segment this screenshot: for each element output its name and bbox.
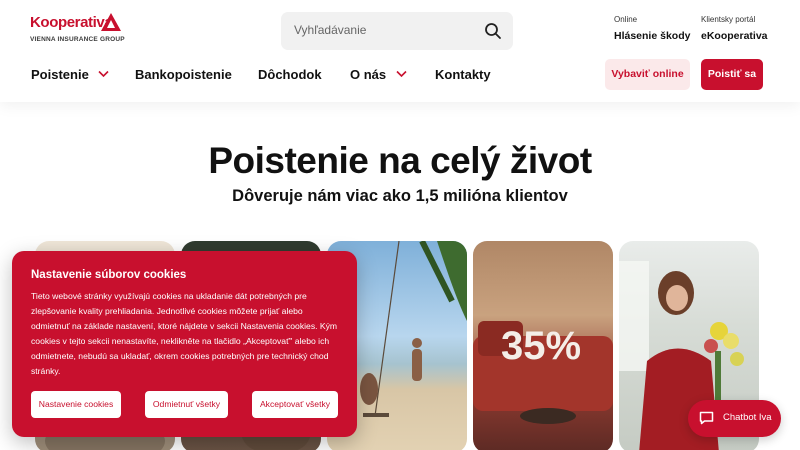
nav-item-o-nas[interactable]: O nás bbox=[350, 67, 407, 83]
kooperativa-logo[interactable]: Kooperativa VIENNA INSURANCE GROUP bbox=[30, 12, 125, 46]
chatbot-button[interactable]: Chatbot Iva bbox=[688, 400, 781, 437]
search-icon[interactable] bbox=[484, 22, 502, 40]
nav-item-kontakty[interactable]: Kontakty bbox=[435, 67, 491, 83]
logo-group-text: VIENNA INSURANCE GROUP bbox=[30, 36, 125, 43]
cookie-accept-all-button[interactable]: Akceptovať všetky bbox=[252, 391, 338, 418]
promo-card-discount[interactable]: 35% bbox=[473, 241, 613, 450]
nav-item-label: Dôchodok bbox=[258, 67, 322, 82]
quick-link-portal-caption: Klientsky portál bbox=[701, 15, 756, 24]
search-input[interactable]: Vyhľadávanie bbox=[281, 12, 513, 50]
quick-link-claim-label: Hlásenie škody bbox=[614, 30, 691, 42]
nav-item-label: Bankopoistenie bbox=[135, 67, 232, 82]
chat-bubble-icon bbox=[699, 411, 714, 425]
cookie-settings-button[interactable]: Nastavenie cookies bbox=[31, 391, 121, 418]
chatbot-label: Chatbot Iva bbox=[723, 412, 772, 423]
quick-link-claim[interactable]: Online Hlásenie škody bbox=[614, 15, 690, 42]
cookie-dialog-title: Nastavenie súborov cookies bbox=[31, 269, 187, 281]
nav-item-label: Kontakty bbox=[435, 67, 491, 82]
cookie-consent-dialog: Nastavenie súborov cookies Tieto webové … bbox=[12, 251, 357, 437]
nav-item-dochodok[interactable]: Dôchodok bbox=[258, 67, 322, 83]
site-header: Kooperativa VIENNA INSURANCE GROUP Vyhľa… bbox=[0, 0, 800, 102]
sofa-discount-photo: 35% bbox=[473, 321, 613, 424]
hero-subtitle: Dôveruje nám viac ako 1,5 milióna klient… bbox=[232, 187, 568, 205]
cookie-dialog-text: Tieto webové stránky využívajú cookies n… bbox=[31, 291, 338, 376]
quick-link-portal-label: eKooperativa bbox=[701, 30, 768, 42]
cookie-reject-all-button[interactable]: Odmietnuť všetky bbox=[145, 391, 228, 418]
quick-link-claim-caption: Online bbox=[614, 15, 638, 24]
chevron-down-icon bbox=[98, 70, 109, 78]
quick-link-portal[interactable]: Klientsky portál eKooperativa bbox=[701, 15, 768, 42]
nav-item-label: Poistenie bbox=[31, 67, 89, 82]
handle-online-button[interactable]: Vybaviť online bbox=[605, 59, 690, 90]
hero-title: Poistenie na celý život bbox=[208, 140, 592, 181]
nav-item-bankopoistenie[interactable]: Bankopoistenie bbox=[135, 67, 232, 83]
nav-item-label: O nás bbox=[350, 67, 387, 82]
search-placeholder: Vyhľadávanie bbox=[294, 23, 367, 37]
chevron-down-icon bbox=[396, 70, 407, 78]
discount-badge: 35% bbox=[501, 324, 581, 368]
logo-triangle-icon bbox=[101, 13, 121, 31]
get-insured-button[interactable]: Poistiť sa bbox=[701, 59, 763, 90]
nav-item-poistenie[interactable]: Poistenie bbox=[31, 67, 109, 83]
